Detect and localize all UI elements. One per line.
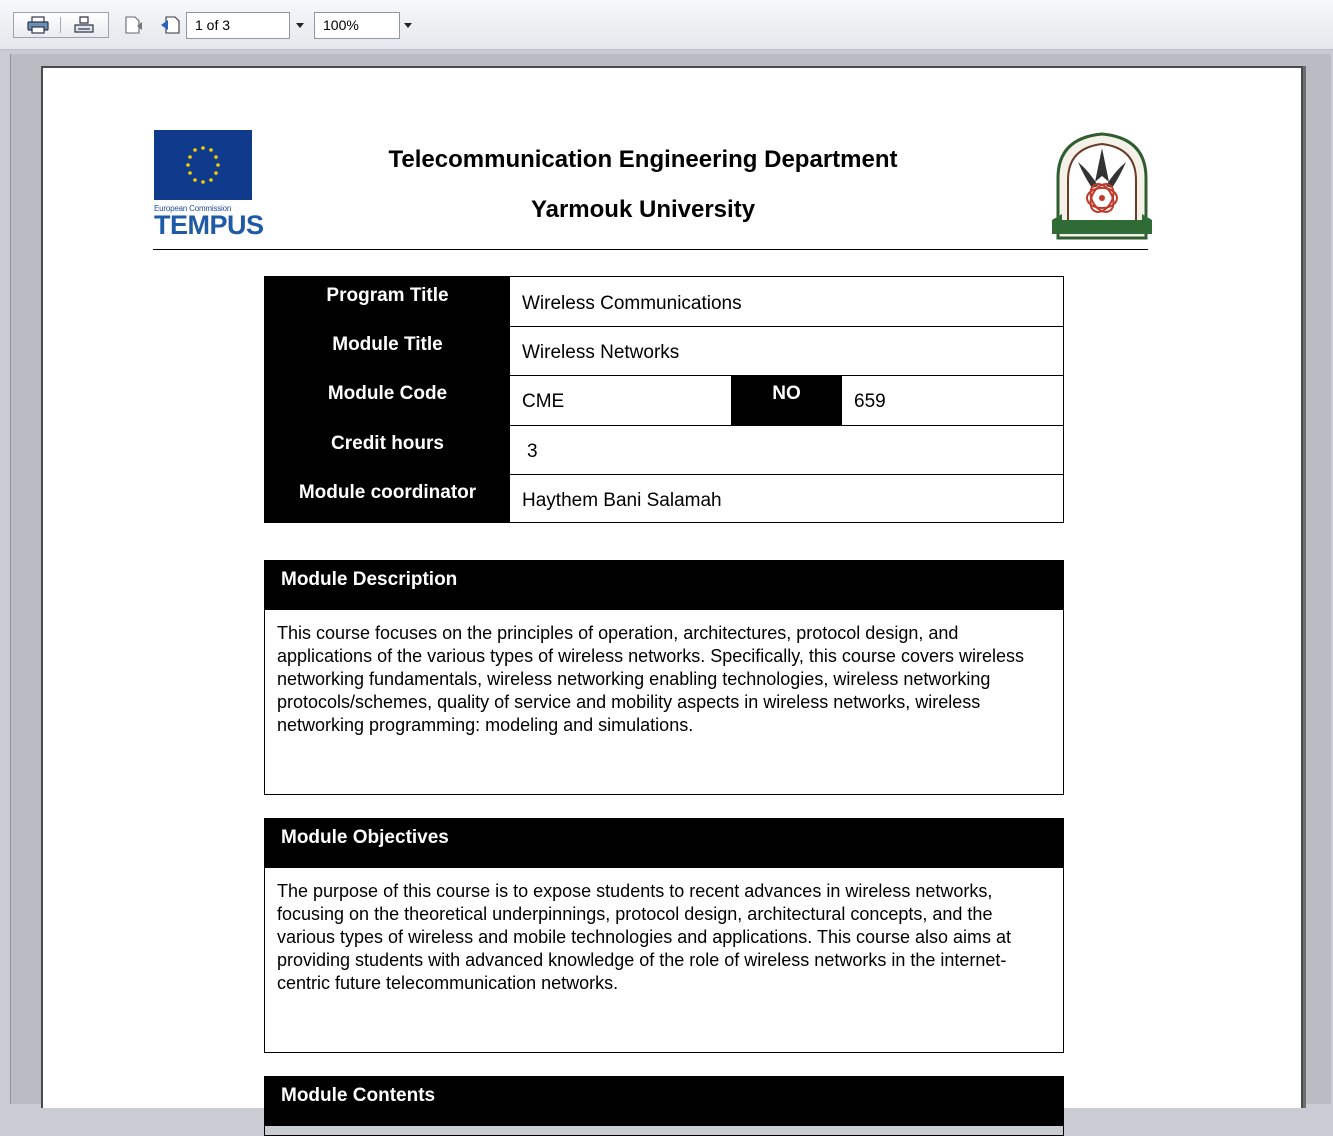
module-title-label: Module Title <box>265 326 510 375</box>
university-seal-icon <box>1048 128 1156 244</box>
no-value: 659 <box>854 391 886 412</box>
coordinator-label: Module coordinator <box>265 474 510 522</box>
program-title-label: Program Title <box>265 277 510 326</box>
print-button-group <box>13 12 109 38</box>
module-code-value: CME <box>522 391 565 412</box>
tempus-logo: European Commission TEMPUS <box>154 130 264 242</box>
eu-flag-icon <box>154 130 252 200</box>
module-code-label: Module Code <box>265 375 510 425</box>
print-preview-button[interactable] <box>68 13 100 37</box>
module-title-value: Wireless Networks <box>522 342 680 363</box>
chevron-down-icon <box>404 23 412 28</box>
coordinator-value: Haythem Bani Salamah <box>522 490 722 511</box>
program-title-value: Wireless Communications <box>522 293 742 314</box>
page-next-icon <box>161 16 180 34</box>
header-divider <box>153 249 1148 250</box>
module-description-heading: Module Description <box>265 561 1063 610</box>
no-label: NO <box>731 375 842 425</box>
next-page-button[interactable] <box>158 14 182 36</box>
module-objectives-section: Module Objectives The purpose of this co… <box>264 818 1064 1053</box>
page-number-field[interactable]: 1 of 3 <box>186 12 290 39</box>
chevron-down-icon <box>296 23 304 28</box>
zoom-dropdown-button[interactable] <box>398 12 418 39</box>
print-preview-icon <box>74 16 94 33</box>
credit-hours-label: Credit hours <box>265 425 510 474</box>
module-objectives-heading: Module Objectives <box>265 819 1063 868</box>
page-previous-icon <box>125 16 142 34</box>
printer-icon <box>27 16 49 34</box>
department-title: Telecommunication Engineering Department <box>388 146 898 173</box>
zoom-field[interactable]: 100% <box>314 12 400 39</box>
document-page: European Commission TEMPUS Telecommunica… <box>41 66 1303 1136</box>
module-objectives-text: The purpose of this course is to expose … <box>277 881 1012 993</box>
toolbar-separator <box>60 17 61 33</box>
credit-hours-value: 3 <box>527 441 538 462</box>
module-description-section: Module Description This course focuses o… <box>264 560 1064 795</box>
module-contents-heading: Module Contents <box>265 1077 1063 1126</box>
previous-page-button[interactable] <box>122 14 146 36</box>
print-button[interactable] <box>22 13 54 37</box>
university-title: Yarmouk University <box>530 196 756 223</box>
module-contents-section: Module Contents <box>264 1076 1064 1136</box>
document-viewer[interactable]: European Commission TEMPUS Telecommunica… <box>10 54 1331 1136</box>
logo-big-text: TEMPUS <box>154 210 264 240</box>
viewer-toolbar: 1 of 3 100% <box>0 0 1333 50</box>
page-dropdown-button[interactable] <box>290 12 310 39</box>
module-info-table: Program Title Wireless Communications Mo… <box>264 276 1064 523</box>
module-description-text: This course focuses on the principles of… <box>277 623 1024 735</box>
